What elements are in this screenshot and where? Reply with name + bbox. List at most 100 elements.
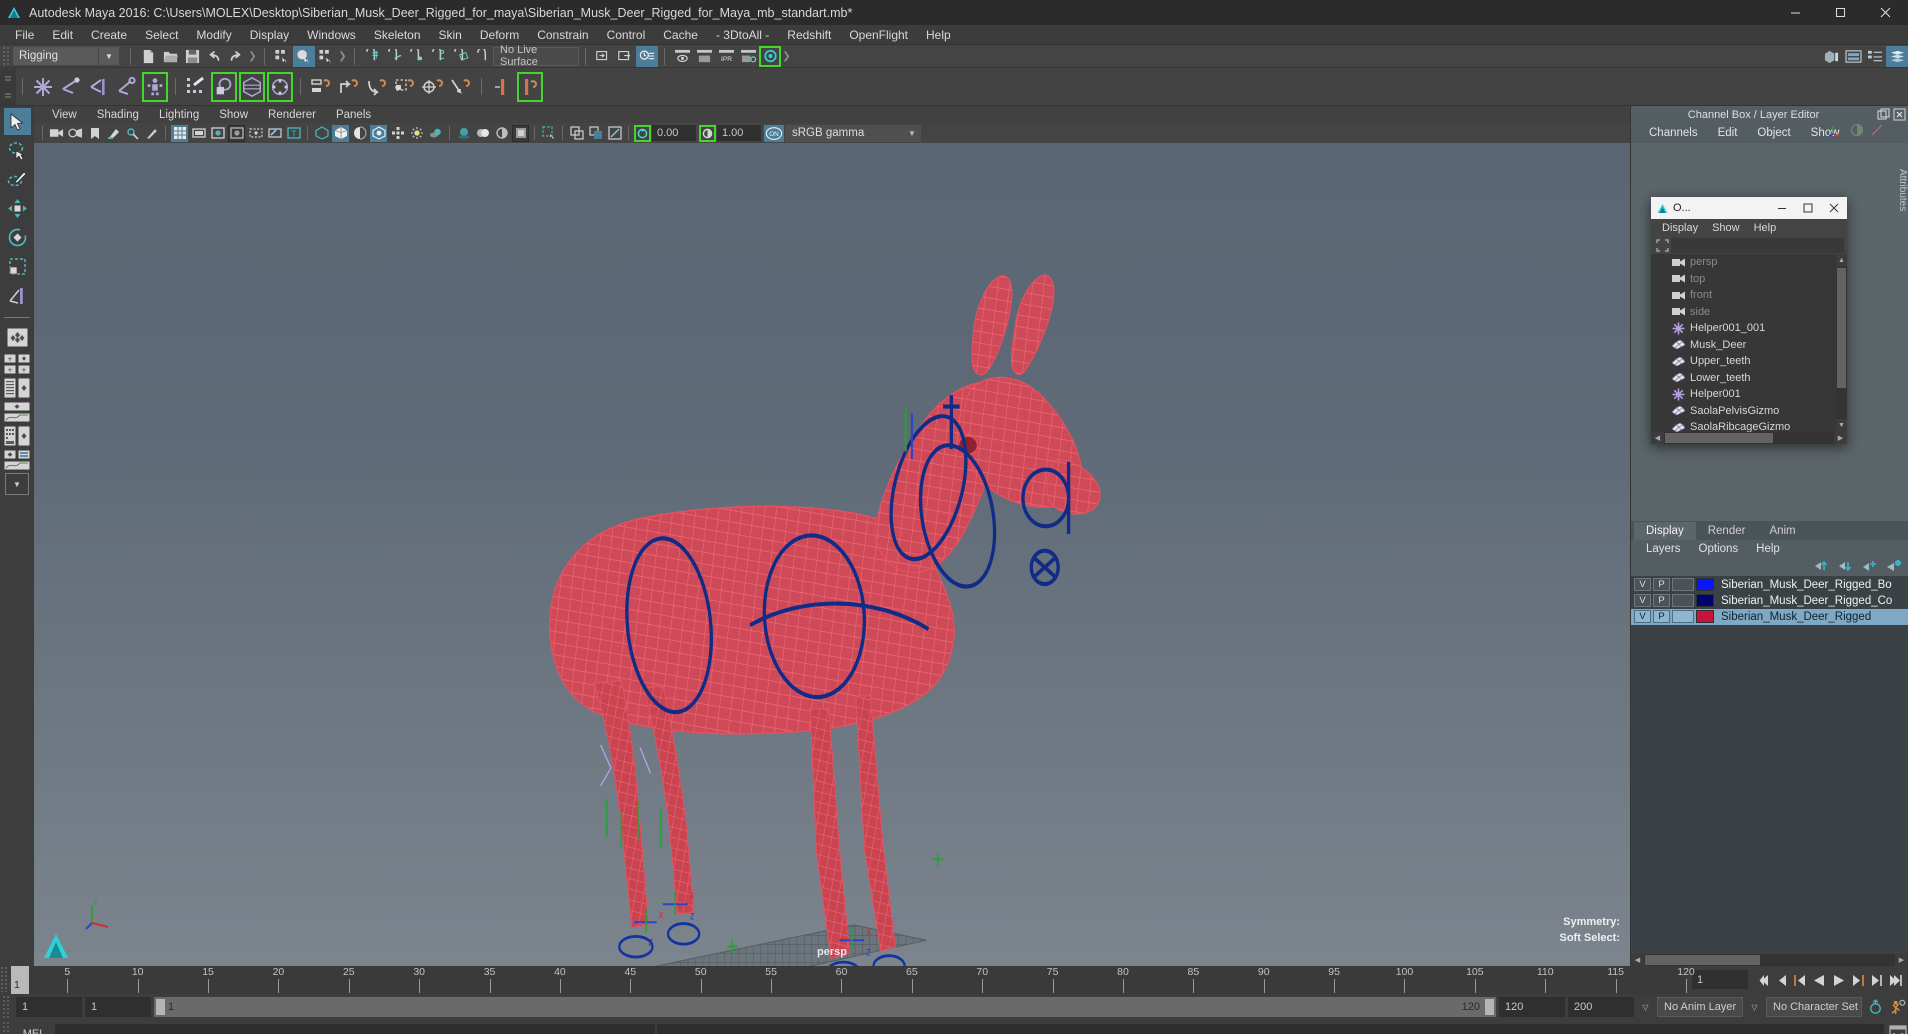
lighting-icon[interactable] bbox=[408, 125, 425, 142]
show-hide-tool-settings-button[interactable] bbox=[1864, 46, 1886, 67]
isolate-select-icon[interactable] bbox=[540, 125, 557, 142]
xray-joints-icon[interactable] bbox=[266, 125, 283, 142]
layer-color-swatch[interactable] bbox=[1696, 594, 1714, 607]
move-layer-up-icon[interactable] bbox=[1814, 559, 1830, 575]
viewport-menu-renderer[interactable]: Renderer bbox=[258, 109, 326, 121]
layer-visibility-toggle[interactable]: V bbox=[1634, 594, 1651, 607]
panel-grip-left[interactable] bbox=[1631, 114, 1680, 115]
gamma-value-field[interactable]: 1.00 bbox=[717, 125, 761, 141]
tab-render[interactable]: Render bbox=[1695, 521, 1758, 540]
bind-skin-button[interactable] bbox=[210, 71, 238, 103]
outliner-item[interactable]: Helper001 bbox=[1651, 386, 1847, 403]
menu-display[interactable]: Display bbox=[241, 25, 298, 45]
timeslider-grip[interactable] bbox=[0, 966, 8, 992]
create-layer-from-selected-icon[interactable] bbox=[1886, 559, 1902, 575]
layer-playback-toggle[interactable]: P bbox=[1653, 578, 1670, 591]
menu-windows[interactable]: Windows bbox=[298, 25, 365, 45]
undock-panel-button[interactable] bbox=[1876, 108, 1890, 122]
menu-create[interactable]: Create bbox=[82, 25, 136, 45]
gamma-reset-icon[interactable] bbox=[699, 124, 716, 142]
open-scene-button[interactable] bbox=[159, 46, 181, 67]
outliner-item[interactable]: Upper_teeth bbox=[1651, 353, 1847, 370]
outliner-hscroll-thumb[interactable] bbox=[1665, 433, 1773, 443]
undo-button[interactable] bbox=[203, 46, 225, 67]
quick-rig-button[interactable] bbox=[141, 71, 169, 103]
range-slider[interactable]: 1 120 bbox=[154, 997, 1496, 1017]
outliner-menu-display[interactable]: Display bbox=[1655, 222, 1705, 234]
select-by-hierarchy-button[interactable] bbox=[271, 46, 293, 67]
rotate-tool-button[interactable] bbox=[4, 224, 31, 251]
menu-deform[interactable]: Deform bbox=[471, 25, 528, 45]
copy-to-clipboard-icon[interactable] bbox=[568, 125, 585, 142]
paint-skin-weights-button[interactable] bbox=[182, 71, 210, 103]
outliner-item[interactable]: side bbox=[1651, 304, 1847, 321]
rangeslider-grip[interactable] bbox=[2, 995, 10, 1019]
texture-display-icon[interactable] bbox=[370, 124, 387, 142]
layer-menu-layers[interactable]: Layers bbox=[1637, 543, 1690, 555]
scroll-right-icon[interactable]: ▶ bbox=[1834, 432, 1847, 444]
live-surface-field[interactable]: No Live Surface bbox=[493, 44, 579, 68]
viewport-menu-lighting[interactable]: Lighting bbox=[149, 109, 209, 121]
display-layer-row[interactable]: V P Siberian_Musk_Deer_Rigged_Bo bbox=[1631, 577, 1908, 593]
layer-visibility-toggle[interactable]: V bbox=[1634, 578, 1651, 591]
select-tool-button[interactable] bbox=[3, 108, 31, 135]
outliner-horizontal-scrollbar[interactable]: ◀ ▶ bbox=[1651, 432, 1847, 444]
scale-constraint-button[interactable] bbox=[391, 71, 419, 103]
go-to-start-button[interactable] bbox=[1754, 971, 1771, 989]
script-editor-icon[interactable]: {;} bbox=[1888, 1024, 1908, 1034]
chevron-down-icon[interactable]: ▽ bbox=[1746, 997, 1763, 1017]
outliner-minimize-button[interactable] bbox=[1769, 197, 1795, 219]
menu-file[interactable]: File bbox=[6, 25, 43, 45]
panel-grip-right[interactable] bbox=[1827, 114, 1876, 115]
tab-display[interactable]: Display bbox=[1634, 521, 1696, 540]
display-layer-row[interactable]: V P Siberian_Musk_Deer_Rigged_Co bbox=[1631, 593, 1908, 609]
ik-spline-handle-tool-button[interactable] bbox=[516, 71, 544, 103]
outliner-persp-layout-button[interactable] bbox=[4, 377, 31, 399]
expand-selection-icon[interactable] bbox=[1654, 238, 1671, 253]
range-end-field[interactable]: 120 bbox=[1499, 997, 1565, 1017]
smooth-bind-button[interactable] bbox=[266, 71, 294, 103]
select-by-component-button[interactable] bbox=[315, 46, 337, 67]
insert-joint-tool-button[interactable] bbox=[85, 71, 113, 103]
outliner-item[interactable]: SaolaPelvisGizmo bbox=[1651, 403, 1847, 420]
maximize-button[interactable] bbox=[1818, 0, 1863, 25]
time-slider[interactable]: 1 5 10 15 20 25 30 35 40 45 50 55 60 65 70 75 80 85 90 95 1… bbox=[11, 966, 1695, 994]
make-live-button[interactable] bbox=[471, 46, 493, 67]
scroll-left-icon[interactable]: ◀ bbox=[1651, 432, 1664, 444]
outliner-search-input[interactable] bbox=[1671, 237, 1844, 253]
layer-playback-toggle[interactable]: P bbox=[1653, 594, 1670, 607]
menu-set-selector[interactable]: Rigging ▼ bbox=[13, 47, 124, 65]
commandline-grip[interactable] bbox=[2, 1021, 10, 1034]
chevron-down-icon[interactable]: ▼ bbox=[99, 47, 119, 65]
show-hide-attribute-editor-button[interactable] bbox=[1842, 46, 1864, 67]
outliner-close-button[interactable] bbox=[1821, 197, 1847, 219]
outliner-item[interactable]: front bbox=[1651, 287, 1847, 304]
shadows-icon[interactable] bbox=[427, 125, 444, 142]
menu-redshift[interactable]: Redshift bbox=[778, 25, 840, 45]
menu-select[interactable]: Select bbox=[136, 25, 187, 45]
persp-graph-layout-button[interactable] bbox=[4, 401, 31, 423]
layer-color-swatch[interactable] bbox=[1696, 578, 1714, 591]
scroll-down-icon[interactable]: ▼ bbox=[1836, 419, 1847, 432]
range-start-handle[interactable] bbox=[156, 999, 165, 1015]
new-scene-button[interactable] bbox=[137, 46, 159, 67]
outliner-item[interactable]: SaolaRibcageGizmo bbox=[1651, 419, 1847, 432]
camera-attributes-icon[interactable] bbox=[67, 125, 84, 142]
output-connections-button[interactable] bbox=[614, 46, 636, 67]
depth-of-field-icon[interactable] bbox=[512, 124, 529, 142]
layer-horizontal-scrollbar[interactable]: ◀ ▶ bbox=[1631, 954, 1908, 966]
create-empty-layer-icon[interactable] bbox=[1862, 559, 1878, 575]
redo-button[interactable] bbox=[225, 46, 247, 67]
toolbar-grip[interactable] bbox=[2, 46, 10, 66]
layer-display-type-toggle[interactable] bbox=[1672, 610, 1694, 623]
range-start-field[interactable]: 1 bbox=[85, 997, 151, 1017]
smooth-shade-all-icon[interactable] bbox=[332, 124, 349, 142]
outliner-item[interactable]: persp bbox=[1651, 254, 1847, 271]
expand-select-group-icon[interactable]: ❯ bbox=[337, 46, 348, 66]
grease-pencil-icon[interactable] bbox=[143, 125, 160, 142]
menu-skeleton[interactable]: Skeleton bbox=[365, 25, 430, 45]
step-back-keyframe-button[interactable] bbox=[1773, 971, 1790, 989]
viewport-menu-show[interactable]: Show bbox=[209, 109, 258, 121]
auto-keyframe-toggle-icon[interactable] bbox=[1865, 997, 1885, 1018]
orient-constraint-button[interactable] bbox=[363, 71, 391, 103]
